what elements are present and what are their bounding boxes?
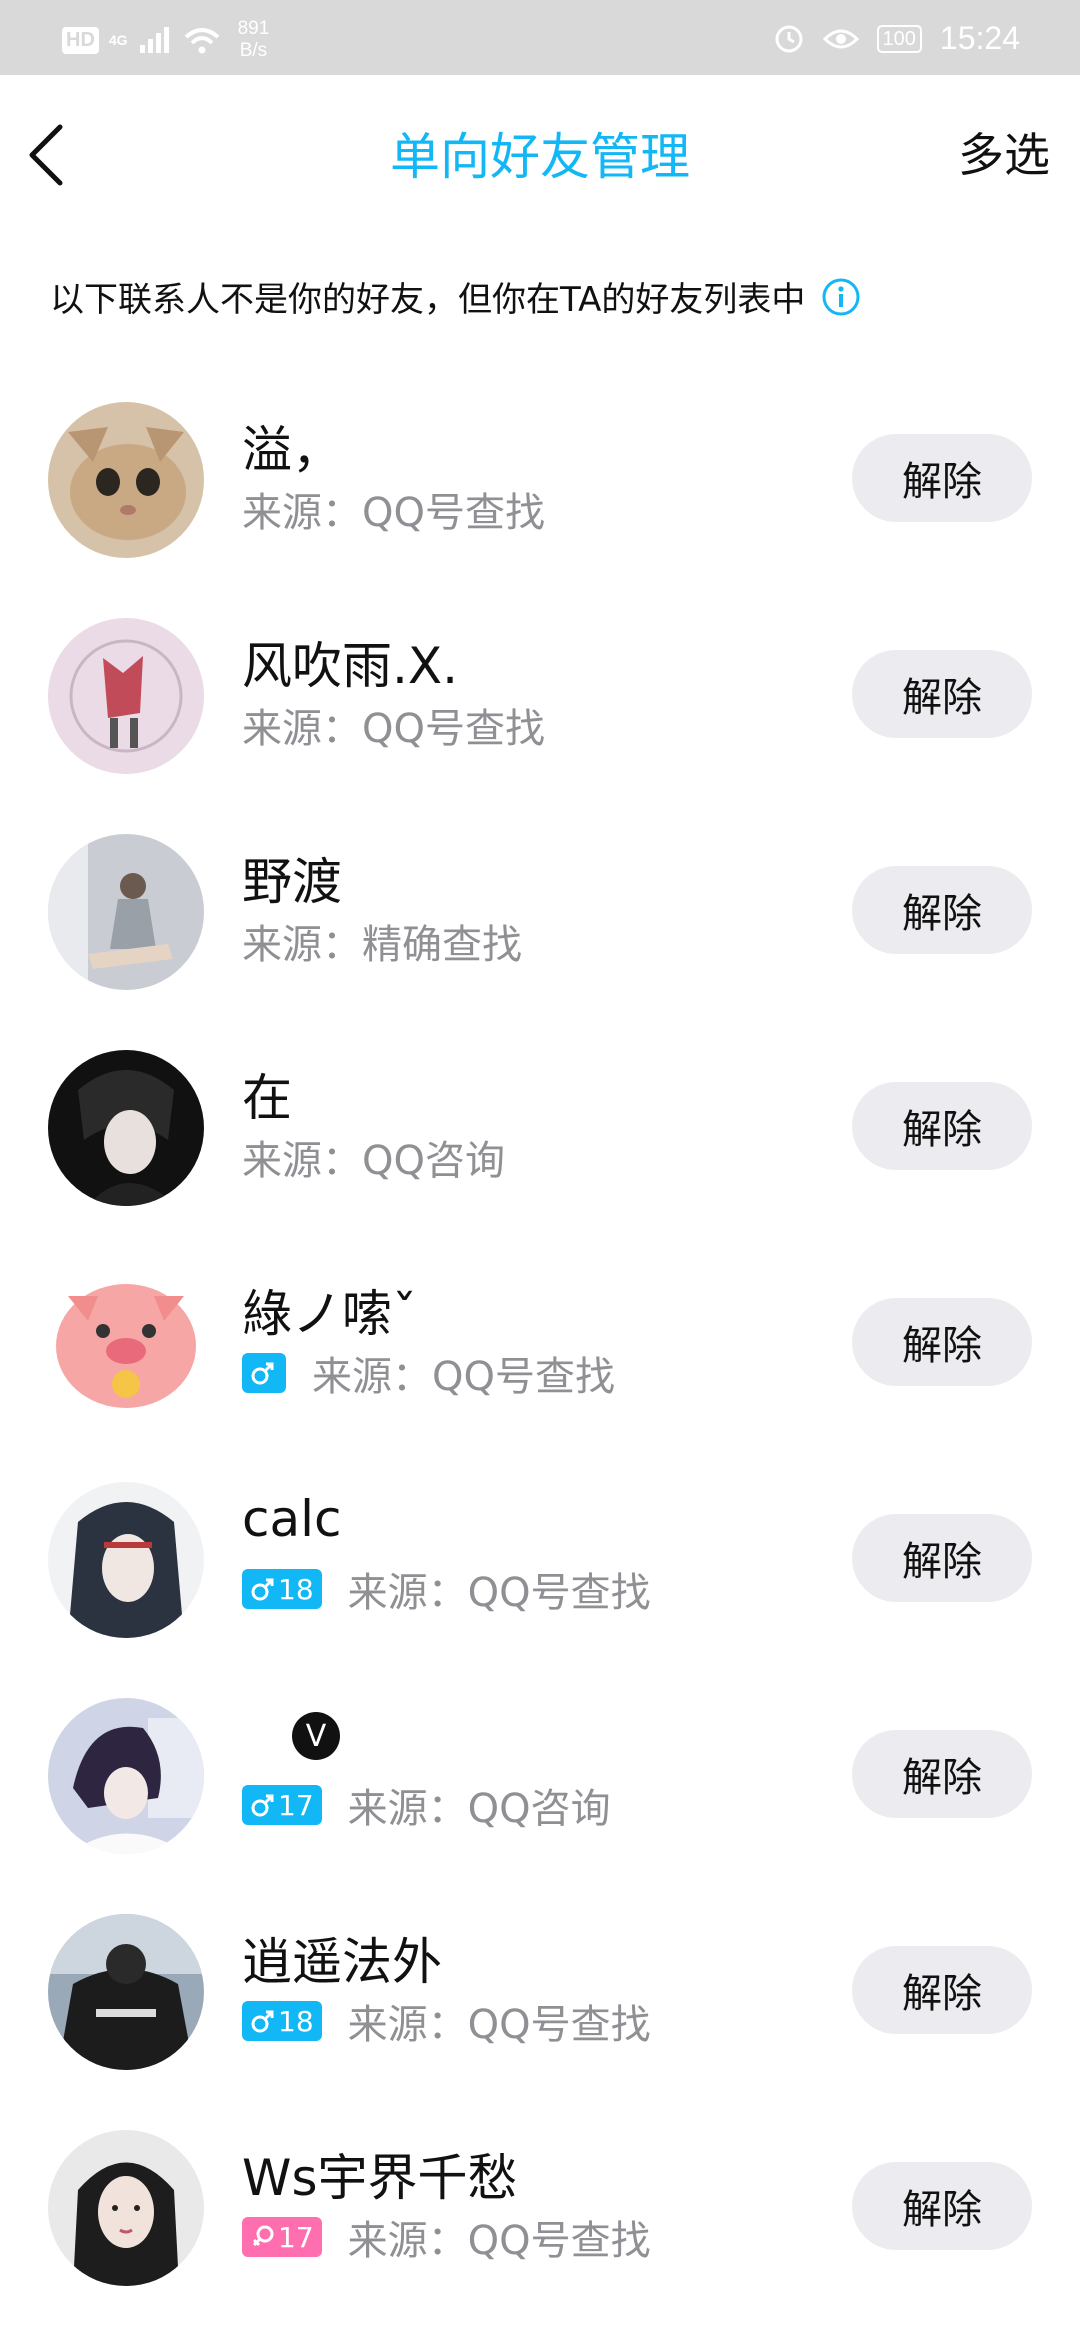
contact-meta: 18 来源：QQ号查找 xyxy=(242,1560,651,1618)
male-icon xyxy=(251,2010,274,2033)
network-speed: 891 B/s xyxy=(238,18,270,62)
list-item[interactable]: 逍遥法外 18 来源：QQ号查找 解除 xyxy=(0,1884,1080,2100)
contact-source: 来源：QQ咨询 xyxy=(242,1138,505,1184)
gender-badge xyxy=(242,1353,286,1393)
contact-source: 来源：QQ号查找 xyxy=(347,1570,651,1616)
avatar xyxy=(48,1914,204,2070)
network-type: 4G xyxy=(108,32,128,48)
male-icon xyxy=(251,1794,274,1817)
clock: 15:24 xyxy=(939,20,1020,56)
contact-source: 来源：QQ号查找 xyxy=(242,490,545,536)
page-title: 单向好友管理 xyxy=(390,128,690,186)
contact-meta: 17 来源：QQ咨询 xyxy=(242,1776,611,1834)
remove-button[interactable]: 解除 xyxy=(852,866,1032,954)
contact-meta: 来源：精确查找 xyxy=(242,912,522,970)
contact-meta: 来源：QQ号查找 xyxy=(242,1344,615,1402)
remove-button[interactable]: 解除 xyxy=(852,1082,1032,1170)
list-item[interactable]: Ws宇界千愁 17 来源：QQ号查找 解除 xyxy=(0,2100,1080,2316)
remove-button[interactable]: 解除 xyxy=(852,434,1032,522)
avatar xyxy=(48,1050,204,1206)
list-item[interactable]: V 17 来源：QQ咨询 解除 xyxy=(0,1668,1080,1884)
avatar xyxy=(48,618,204,774)
male-icon xyxy=(251,1578,274,1601)
contact-name: 野渡 xyxy=(242,853,342,911)
contact-source: 来源：精确查找 xyxy=(242,922,522,968)
contact-source: 来源：QQ号查找 xyxy=(242,706,545,752)
contact-name: 在 xyxy=(242,1069,292,1127)
contact-name: 溢， xyxy=(242,421,342,479)
list-item[interactable]: 綠ノ嗦ˇ 来源：QQ号查找 解除 xyxy=(0,1236,1080,1452)
contact-source: 来源：QQ号查找 xyxy=(347,2218,651,2264)
remove-button[interactable]: 解除 xyxy=(852,1730,1032,1818)
avatar xyxy=(48,402,204,558)
speed-value: 891 xyxy=(237,18,270,39)
alarm-icon xyxy=(775,25,803,52)
contact-meta: 18 来源：QQ号查找 xyxy=(242,1992,651,2050)
status-bar: HD 4G 891 B/s 100 15:24 xyxy=(0,0,1080,75)
list-item[interactable]: calc 18 来源：QQ号查找 解除 xyxy=(0,1452,1080,1668)
status-left: HD 4G 891 B/s xyxy=(62,18,269,62)
nav-header: 单向好友管理 多选 xyxy=(0,75,1080,230)
contact-source: 来源：QQ号查找 xyxy=(312,1354,615,1400)
remove-button[interactable]: 解除 xyxy=(852,2162,1032,2250)
battery-indicator: 100 xyxy=(876,24,922,53)
gender-badge: 18 xyxy=(242,2001,322,2041)
contact-meta: 17 来源：QQ号查找 xyxy=(242,2208,651,2266)
list-item[interactable]: 在 来源：QQ咨询 解除 xyxy=(0,1020,1080,1236)
remove-button[interactable]: 解除 xyxy=(852,1514,1032,1602)
notice-bar: 以下联系人不是你的好友，但你在TA的好友列表中 xyxy=(50,272,861,321)
contact-source: 来源：QQ号查找 xyxy=(347,2002,651,2048)
avatar xyxy=(48,1698,204,1854)
contact-name: 逍遥法外 xyxy=(242,1933,442,1991)
contact-meta: 来源：QQ号查找 xyxy=(242,696,545,754)
age-label: 18 xyxy=(278,2004,314,2038)
female-icon xyxy=(252,2225,274,2247)
age-label: 18 xyxy=(278,1572,314,1606)
contact-name: 风吹雨.X. xyxy=(242,637,459,695)
multi-select-button[interactable]: 多选 xyxy=(958,119,1050,185)
wifi-icon xyxy=(184,28,219,54)
list-item[interactable]: 野渡 来源：精确查找 解除 xyxy=(0,804,1080,1020)
contact-meta: 来源：QQ咨询 xyxy=(242,1128,505,1186)
verified-badge: V xyxy=(292,1712,340,1760)
remove-button[interactable]: 解除 xyxy=(852,1298,1032,1386)
contact-meta: 来源：QQ号查找 xyxy=(242,480,545,538)
status-right: 100 15:24 xyxy=(773,20,1020,57)
eye-icon xyxy=(822,29,859,48)
remove-button[interactable]: 解除 xyxy=(852,1946,1032,2034)
avatar xyxy=(48,1482,204,1638)
list-item[interactable]: 溢， 来源：QQ号查找 解除 xyxy=(0,372,1080,588)
avatar xyxy=(48,834,204,990)
list-item[interactable]: 风吹雨.X. 来源：QQ号查找 解除 xyxy=(0,588,1080,804)
signal-icon xyxy=(139,27,169,53)
gender-badge: 17 xyxy=(242,2217,322,2257)
age-label: 17 xyxy=(278,2220,314,2254)
speed-unit: B/s xyxy=(239,40,268,61)
contact-name: 綠ノ嗦ˇ xyxy=(242,1285,417,1343)
hd-indicator: HD xyxy=(62,26,99,54)
avatar xyxy=(48,1266,204,1422)
gender-badge: 17 xyxy=(242,1785,322,1825)
avatar xyxy=(48,2130,204,2286)
male-icon xyxy=(251,1362,274,1385)
contact-source: 来源：QQ咨询 xyxy=(347,1786,611,1832)
contact-name: Ws宇界千愁 xyxy=(242,2149,518,2207)
info-icon[interactable] xyxy=(821,277,861,317)
gender-badge: 18 xyxy=(242,1569,322,1609)
age-label: 17 xyxy=(278,1788,314,1822)
remove-button[interactable]: 解除 xyxy=(852,650,1032,738)
notice-text: 以下联系人不是你的好友，但你在TA的好友列表中 xyxy=(50,280,806,320)
contact-name: calc xyxy=(242,1490,342,1548)
